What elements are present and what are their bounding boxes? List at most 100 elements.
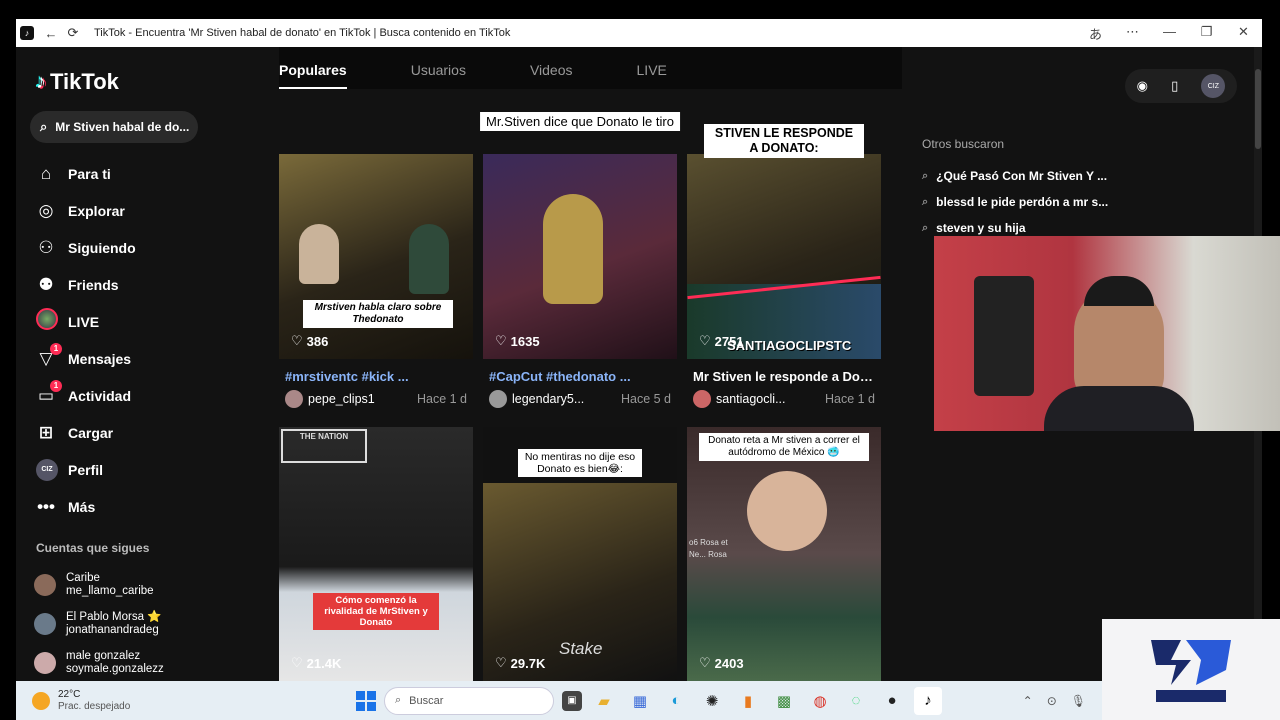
video-time: Hace 5 d: [620, 392, 671, 406]
weather-widget[interactable]: 22°C Prac. despejado: [32, 689, 332, 713]
tab-populares[interactable]: Populares: [279, 47, 347, 89]
video-username[interactable]: santiagocli...: [716, 392, 825, 406]
sidebar-item-siguiendo[interactable]: ⚇ Siguiendo: [36, 229, 135, 266]
video-overlay-text: Cómo comenzó la rivalidad de MrStiven y …: [313, 593, 439, 630]
following-item[interactable]: El Pablo Morsa ⭐ jonathanandradeg: [34, 604, 164, 643]
webcam-overlay: [934, 236, 1280, 431]
header-actions: ◉ ▯ CIZ: [1125, 69, 1237, 103]
chevron-up-icon[interactable]: ⌃: [1023, 694, 1033, 708]
following-item[interactable]: Caribe me_llamo_caribe: [34, 565, 164, 604]
search-icon: ⌕: [922, 195, 929, 208]
video-likes: ♡ 21.4K: [291, 655, 341, 671]
reload-icon[interactable]: ⟳: [62, 25, 84, 41]
sidebar-item-actividad[interactable]: ▭ 1 Actividad: [36, 377, 136, 414]
sidebar-item-explorar[interactable]: ◎ Explorar: [36, 192, 136, 229]
sidebar-item-label: Explorar: [68, 202, 125, 219]
edge-icon[interactable]: ◐: [662, 687, 690, 715]
tab-videos[interactable]: Videos: [530, 47, 573, 89]
sidebar-nav: ⌂ Para ti ◎ Explorar ⚇ Siguiendo ⚉ Frien…: [36, 155, 136, 525]
video-time: Hace 1 d: [416, 392, 467, 406]
avatar: [34, 651, 56, 674]
microphone-icon[interactable]: 🎙: [1071, 694, 1086, 708]
chatgpt-icon[interactable]: ✺: [698, 687, 726, 715]
related-search-text: steven y su hija: [936, 221, 1026, 235]
video-title[interactable]: Mr Stiven le responde a Don...: [687, 369, 881, 384]
sidebar-item-label: Cargar: [68, 424, 114, 441]
video-thumbnail[interactable]: STIVEN LE RESPONDE A DONATO: SANTIAGOCLI…: [687, 124, 881, 359]
search-tabs: Populares Usuarios Videos LIVE: [279, 47, 902, 89]
video-card[interactable]: Donato reta a Mr stiven a correr el autó…: [687, 427, 881, 681]
tray-app-icon[interactable]: ⊙: [1047, 694, 1057, 708]
following-handle: me_llamo_caribe: [66, 584, 154, 597]
video-thumbnail[interactable]: Donato reta a Mr stiven a correr el autó…: [687, 427, 881, 681]
video-username[interactable]: legendary5...: [512, 392, 621, 406]
sidebar-item-perfil[interactable]: CIZ Perfil: [36, 451, 136, 488]
translate-icon[interactable]: あ: [1077, 24, 1114, 43]
video-thumbnail[interactable]: No mentiras no dije eso Donato es bien😂:…: [483, 427, 677, 681]
video-card[interactable]: No mentiras no dije eso Donato es bien😂:…: [483, 427, 677, 681]
tiktok-taskbar-icon[interactable]: ♪: [914, 686, 942, 715]
back-icon[interactable]: ←: [40, 26, 62, 41]
weather-sun-icon: [32, 691, 50, 710]
minecraft-icon[interactable]: ▩: [770, 687, 798, 715]
chrome-icon[interactable]: ◍: [806, 687, 834, 715]
sidebar-item-live[interactable]: LIVE: [36, 303, 136, 340]
heart-icon: ♡: [699, 655, 711, 670]
heart-icon: ♡: [291, 655, 303, 670]
minimize-button[interactable]: —: [1151, 24, 1188, 43]
sidebar-item-friends[interactable]: ⚉ Friends: [36, 266, 136, 303]
search-icon: ⌕: [395, 694, 402, 706]
video-likes: ♡ 2403: [699, 655, 744, 671]
maximize-button[interactable]: ❐: [1188, 24, 1225, 43]
windows-start-icon[interactable]: [356, 690, 376, 711]
device-icon[interactable]: ▯: [1171, 78, 1178, 94]
task-view-icon[interactable]: ▣: [562, 690, 582, 711]
store-icon[interactable]: ▦: [626, 687, 654, 715]
obs-icon[interactable]: ●: [878, 687, 906, 715]
following-list: Caribe me_llamo_caribe El Pablo Morsa ⭐ jo…: [34, 565, 164, 681]
video-thumbnail[interactable]: Mr.Stiven dice que Donato le tiro ♡ 1635: [480, 112, 680, 359]
video-caption: Donato reta a Mr stiven a correr el autó…: [699, 433, 869, 461]
tab-usuarios[interactable]: Usuarios: [411, 47, 466, 89]
related-search-item[interactable]: ⌕ blessd le pide perdón a mr s...: [922, 189, 1108, 215]
avatar: [693, 390, 711, 408]
chart-app-icon[interactable]: ▮: [734, 687, 762, 715]
sidebar-item-label: Mensajes: [68, 350, 132, 367]
video-username[interactable]: pepe_clips1: [308, 392, 417, 406]
header-profile-avatar[interactable]: CIZ: [1201, 74, 1226, 98]
following-name: El Pablo Morsa ⭐: [66, 610, 162, 623]
related-search-item[interactable]: ⌕ ¿Qué Pasó Con Mr Stiven Y ...: [922, 163, 1108, 189]
close-button[interactable]: ✕: [1225, 24, 1262, 43]
messages-icon: ▽ 1: [36, 342, 62, 369]
following-item[interactable]: male gonzalez soymale.gonzalezz: [34, 643, 164, 681]
video-card[interactable]: STIVEN LE RESPONDE A DONATO: SANTIAGOCLI…: [687, 124, 881, 408]
tiktok-logo[interactable]: ♪ TikTok: [36, 69, 119, 95]
video-title[interactable]: #CapCut #thedonato ...: [483, 369, 677, 384]
search-input[interactable]: ⌕ Mr Stiven habal de do...: [30, 111, 198, 143]
video-thumbnail[interactable]: THE NATION Cómo comenzó la rivalidad de …: [279, 427, 473, 681]
video-card[interactable]: Mrstiven habla claro sobre Thedonato ♡ 38…: [279, 154, 473, 408]
profile-avatar: CIZ: [36, 458, 58, 481]
video-thumbnail[interactable]: Mrstiven habla claro sobre Thedonato ♡ 38…: [279, 154, 473, 359]
coin-icon[interactable]: ◉: [1137, 78, 1148, 94]
scrollbar-thumb[interactable]: [1255, 69, 1261, 149]
sidebar-item-mas[interactable]: ••• Más: [36, 488, 136, 525]
messages-badge: 1: [50, 342, 62, 355]
video-caption: STIVEN LE RESPONDE A DONATO:: [704, 124, 864, 158]
compass-icon: ◎: [38, 200, 54, 220]
video-card[interactable]: Mr.Stiven dice que Donato le tiro ♡ 1635 …: [480, 112, 680, 408]
video-likes: ♡ 1635: [495, 333, 540, 349]
channel-watermark-logo: [1102, 619, 1280, 720]
sidebar-item-mensajes[interactable]: ▽ 1 Mensajes: [36, 340, 136, 377]
file-explorer-icon[interactable]: ▰: [590, 687, 618, 715]
avatar: [34, 573, 56, 596]
whatsapp-icon[interactable]: ◌: [842, 687, 870, 715]
tab-live[interactable]: LIVE: [637, 47, 667, 89]
video-card[interactable]: THE NATION Cómo comenzó la rivalidad de …: [279, 427, 473, 681]
video-title[interactable]: #mrstiventc #kick ...: [279, 369, 473, 384]
sidebar-item-cargar[interactable]: ⊞ Cargar: [36, 414, 136, 451]
taskbar-search[interactable]: ⌕ Buscar: [384, 686, 554, 715]
more-options-icon[interactable]: ⋯: [1114, 24, 1151, 43]
sidebar-item-para-ti[interactable]: ⌂ Para ti: [36, 155, 136, 192]
heart-icon: ♡: [699, 333, 711, 348]
